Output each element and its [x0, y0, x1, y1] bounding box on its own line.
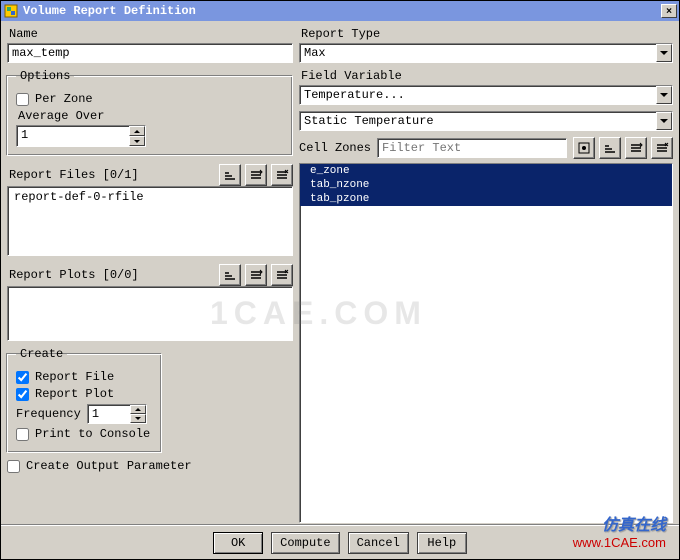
deselect-all-button[interactable]: [651, 137, 673, 159]
report-plots-header: Report Plots [0/0]: [7, 264, 293, 286]
select-all-button[interactable]: [245, 264, 267, 286]
options-group: Options Per Zone Average Over 1: [7, 69, 293, 156]
cell-zones-list[interactable]: e_zone tab_nzone tab_pzone: [299, 163, 673, 523]
average-over-label: Average Over: [18, 109, 284, 123]
close-icon: ×: [666, 6, 672, 17]
field-variable-value: Temperature...: [300, 86, 656, 104]
chevron-down-icon[interactable]: [656, 44, 672, 62]
report-files-label: Report Files [0/1]: [9, 168, 219, 182]
field-variable-label: Field Variable: [301, 69, 673, 83]
report-plot-box[interactable]: [16, 388, 29, 401]
average-over-value: 1: [17, 126, 129, 146]
options-legend: Options: [16, 69, 74, 83]
button-bar: OK Compute Cancel Help: [1, 525, 679, 559]
spin-up-icon[interactable]: [129, 126, 145, 136]
print-console-checkbox[interactable]: Print to Console: [16, 427, 153, 441]
list-item[interactable]: tab_nzone: [300, 178, 672, 192]
frequency-spinner[interactable]: 1: [87, 404, 147, 424]
report-file-box[interactable]: [16, 371, 29, 384]
compute-button[interactable]: Compute: [271, 532, 339, 554]
create-output-label: Create Output Parameter: [26, 459, 192, 473]
report-plots-label: Report Plots [0/0]: [9, 268, 219, 282]
field-subvariable-value: Static Temperature: [300, 112, 656, 130]
report-plot-label: Report Plot: [35, 387, 114, 401]
content-area: Name Options Per Zone Average Over 1: [1, 21, 679, 525]
sort-asc-button[interactable]: [219, 164, 241, 186]
select-all-button[interactable]: [245, 164, 267, 186]
create-output-box[interactable]: [7, 460, 20, 473]
frequency-value: 1: [88, 405, 130, 423]
per-zone-label: Per Zone: [35, 92, 93, 106]
list-item[interactable]: e_zone: [300, 164, 672, 178]
close-button[interactable]: ×: [661, 4, 677, 18]
titlebar: Volume Report Definition ×: [1, 1, 679, 21]
per-zone-box[interactable]: [16, 93, 29, 106]
name-input[interactable]: [7, 43, 293, 63]
deselect-all-button[interactable]: [271, 164, 293, 186]
create-legend: Create: [16, 347, 67, 361]
ok-button[interactable]: OK: [213, 532, 263, 554]
cancel-button[interactable]: Cancel: [348, 532, 409, 554]
select-all-button[interactable]: [625, 137, 647, 159]
report-files-list[interactable]: report-def-0-rfile: [7, 186, 293, 256]
spin-down-icon[interactable]: [130, 414, 146, 423]
chevron-down-icon[interactable]: [656, 86, 672, 104]
spin-down-icon[interactable]: [129, 136, 145, 146]
report-plot-checkbox[interactable]: Report Plot: [16, 387, 153, 401]
left-column: Name Options Per Zone Average Over 1: [7, 25, 293, 523]
help-button[interactable]: Help: [417, 532, 467, 554]
filter-toggle-button[interactable]: [573, 137, 595, 159]
app-icon: [3, 3, 19, 19]
spin-up-icon[interactable]: [130, 405, 146, 414]
cell-zones-filter[interactable]: [377, 138, 567, 158]
report-file-checkbox[interactable]: Report File: [16, 370, 153, 384]
report-type-value: Max: [300, 44, 656, 62]
right-column: Report Type Max Field Variable Temperatu…: [299, 25, 673, 523]
frequency-label: Frequency: [16, 407, 81, 421]
report-type-label: Report Type: [301, 27, 673, 41]
list-item[interactable]: report-def-0-rfile: [10, 189, 290, 205]
window-title: Volume Report Definition: [23, 4, 659, 18]
report-files-header: Report Files [0/1]: [7, 164, 293, 186]
report-file-label: Report File: [35, 370, 114, 384]
field-variable-select[interactable]: Temperature...: [299, 85, 673, 105]
list-item[interactable]: tab_pzone: [300, 192, 672, 206]
cell-zones-label: Cell Zones: [299, 141, 371, 155]
report-type-select[interactable]: Max: [299, 43, 673, 63]
create-output-checkbox[interactable]: Create Output Parameter: [7, 459, 293, 473]
print-console-label: Print to Console: [35, 427, 150, 441]
report-plots-list[interactable]: [7, 286, 293, 341]
sort-asc-button[interactable]: [219, 264, 241, 286]
name-label: Name: [9, 27, 293, 41]
average-over-spinner[interactable]: 1: [16, 125, 146, 147]
deselect-all-button[interactable]: [271, 264, 293, 286]
per-zone-checkbox[interactable]: Per Zone: [16, 92, 284, 106]
chevron-down-icon[interactable]: [656, 112, 672, 130]
sort-asc-button[interactable]: [599, 137, 621, 159]
cell-zones-row: Cell Zones: [299, 137, 673, 159]
dialog-window: Volume Report Definition × Name Options …: [0, 0, 680, 560]
field-subvariable-select[interactable]: Static Temperature: [299, 111, 673, 131]
create-group: Create Report File Report Plot Frequency…: [7, 347, 162, 453]
print-console-box[interactable]: [16, 428, 29, 441]
